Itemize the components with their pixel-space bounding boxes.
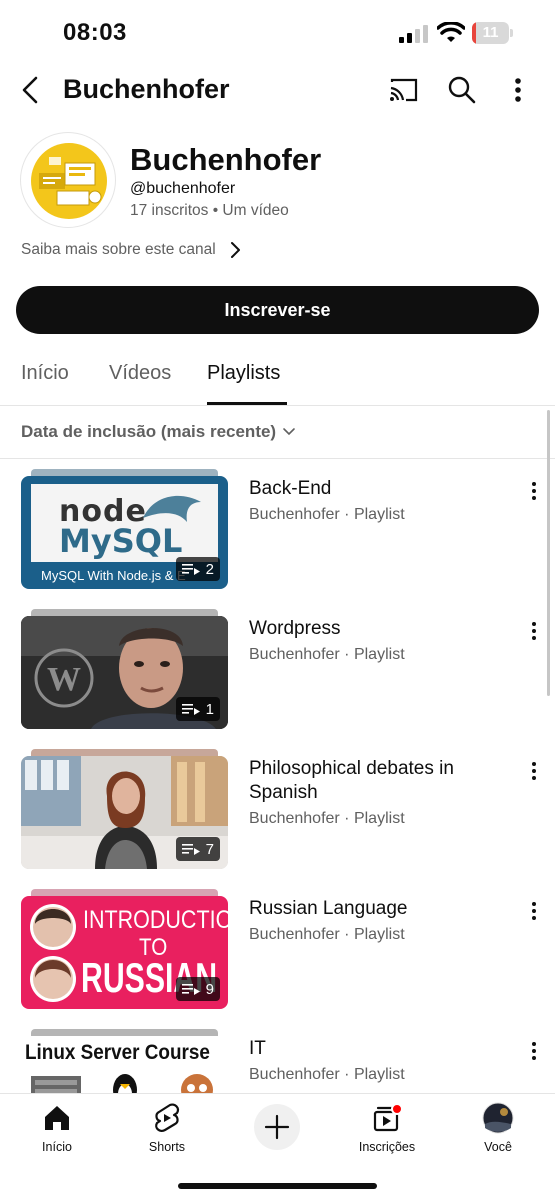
playlist-title[interactable]: Back-End — [249, 477, 511, 501]
playlist-subtitle: Buchenhofer · Playlist — [249, 646, 405, 663]
video-count-badge: 7 — [175, 837, 220, 861]
battery-icon: 11 — [472, 22, 509, 44]
video-count: 2 — [205, 560, 214, 578]
playlist-thumbnail[interactable]: W 1 — [21, 609, 228, 729]
video-count: 7 — [205, 840, 214, 858]
subscribe-button[interactable]: Inscrever-se — [16, 286, 539, 334]
playlist-icon — [181, 984, 200, 995]
about-channel-label: Saiba mais sobre este canal — [21, 241, 216, 258]
video-count: 9 — [205, 980, 214, 998]
dolphin-icon — [143, 495, 201, 522]
nav-subscriptions-label: Inscrições — [358, 1140, 416, 1154]
playlist-title[interactable]: Philosophical debates in Spanish — [249, 757, 511, 805]
about-channel-link[interactable]: Saiba mais sobre este canal — [21, 241, 242, 259]
nav-you[interactable]: Você — [453, 1102, 543, 1154]
cast-icon[interactable] — [388, 74, 420, 106]
create-button[interactable] — [254, 1104, 300, 1150]
search-icon[interactable] — [446, 74, 478, 106]
playlist-thumbnail[interactable]: INTRODUCTION TO RUSSIAN 9 — [21, 889, 228, 1009]
playlist-subtitle: Buchenhofer · Playlist — [249, 506, 405, 523]
nav-you-label: Você — [484, 1140, 512, 1154]
playlist-subtitle: Buchenhofer · Playlist — [249, 926, 405, 943]
more-options-icon[interactable] — [524, 759, 544, 783]
playlist-title[interactable]: IT — [249, 1037, 511, 1061]
header-title: Buchenhofer — [63, 74, 230, 104]
playlist-item[interactable]: node MySQL MySQL With Node.js & E 2 Back… — [0, 469, 555, 609]
channel-avatar[interactable] — [20, 132, 116, 228]
playlist-icon — [181, 844, 200, 855]
tab-inicio[interactable]: Início — [21, 362, 69, 385]
tab-playlists[interactable]: Playlists — [207, 362, 280, 385]
sort-label: Data de inclusão (mais recente) — [21, 422, 277, 441]
playlist-title[interactable]: Wordpress — [249, 617, 511, 641]
playlist-thumbnail[interactable]: node MySQL MySQL With Node.js & E 2 — [21, 469, 228, 589]
active-tab-indicator — [207, 402, 287, 405]
nav-subscriptions[interactable]: Inscrições — [342, 1102, 432, 1154]
thumbnail-text-linux: Linux Server Course — [25, 1041, 210, 1064]
nav-shorts[interactable]: Shorts — [122, 1102, 212, 1154]
shorts-icon — [155, 1103, 179, 1132]
battery-level: 11 — [482, 24, 499, 41]
thumbnail-text-introduction: INTRODUCTION — [83, 906, 228, 934]
playlist-thumbnail[interactable]: 7 — [21, 749, 228, 869]
chevron-down-icon — [283, 428, 295, 436]
playlist-item[interactable]: 7 Philosophical debates in Spanish Buche… — [0, 749, 555, 889]
status-bar: 08:03 11 — [0, 0, 555, 64]
more-options-icon[interactable] — [504, 74, 532, 106]
sort-dropdown[interactable]: Data de inclusão (mais recente) — [0, 406, 555, 459]
nav-shorts-label: Shorts — [148, 1140, 186, 1154]
top-app-bar: Buchenhofer — [0, 64, 555, 118]
subscribe-label: Inscrever-se — [224, 299, 331, 320]
video-count: 1 — [205, 700, 214, 718]
more-options-icon[interactable] — [524, 619, 544, 643]
profile-avatar — [482, 1102, 514, 1134]
thumbnail-caption: MySQL With Node.js & E — [41, 568, 186, 583]
wifi-icon — [437, 22, 465, 42]
nav-home[interactable]: Início — [12, 1102, 102, 1154]
channel-logo-image — [31, 143, 107, 219]
status-time: 08:03 — [63, 19, 127, 46]
video-count-badge: 9 — [175, 977, 220, 1001]
plus-icon — [264, 1114, 290, 1140]
cellular-signal-icon — [399, 25, 428, 43]
playlist-title[interactable]: Russian Language — [249, 897, 511, 921]
battery-indicator: 11 — [472, 22, 514, 44]
chevron-right-icon — [230, 242, 240, 258]
more-options-icon[interactable] — [524, 479, 544, 503]
more-options-icon[interactable] — [524, 899, 544, 923]
home-icon — [45, 1106, 69, 1130]
playlist-icon — [181, 704, 200, 715]
subscriptions-icon — [373, 1103, 403, 1132]
playlist-icon — [181, 564, 200, 575]
more-options-icon[interactable] — [524, 1039, 544, 1063]
svg-text:W: W — [47, 661, 81, 698]
playlist-subtitle: Buchenhofer · Playlist — [249, 1066, 405, 1083]
back-arrow-icon[interactable] — [14, 72, 50, 108]
sort-label-group: Data de inclusão (mais recente) — [21, 422, 296, 442]
video-count-badge: 1 — [175, 697, 220, 721]
presenter-portraits — [30, 904, 76, 1002]
home-indicator — [178, 1183, 377, 1189]
channel-handle: @buchenhofer — [130, 180, 236, 197]
tab-videos[interactable]: Vídeos — [109, 362, 171, 385]
channel-stats: 17 inscritos • Um vídeo — [130, 202, 289, 219]
playlist-item[interactable]: INTRODUCTION TO RUSSIAN 9 Russian Langua… — [0, 889, 555, 1029]
channel-tabs: Início Vídeos Playlists — [0, 350, 555, 406]
channel-name: Buchenhofer — [130, 142, 322, 177]
playlist-subtitle: Buchenhofer · Playlist — [249, 810, 405, 827]
video-count-badge: 2 — [175, 557, 220, 581]
playlist-item[interactable]: W 1 Wordpress Buchenhofer · Playlist — [0, 609, 555, 749]
nav-home-label: Início — [42, 1140, 72, 1154]
